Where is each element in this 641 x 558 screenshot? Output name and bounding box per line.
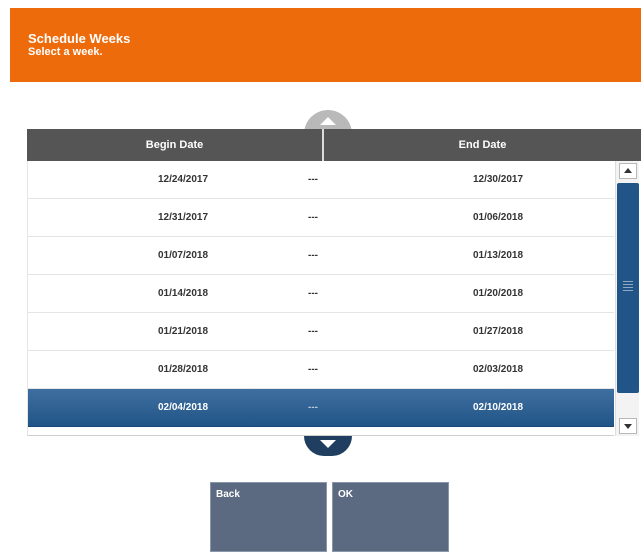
begin-date-cell: 01/07/2018 [157,250,209,261]
page-header: Schedule Weeks Select a week. [10,8,641,82]
back-button[interactable]: Back [210,482,327,552]
arrow-up-icon [624,168,632,173]
separator-cell: --- [308,402,318,413]
end-date-cell: 01/27/2018 [472,326,524,337]
week-row[interactable]: 12/24/2017 --- 12/30/2017 [28,161,614,199]
separator-cell: --- [308,212,318,223]
chevron-up-icon [320,117,336,125]
separator-cell: --- [308,288,318,299]
vertical-scrollbar[interactable] [615,161,639,436]
week-row[interactable]: 12/31/2017 --- 01/06/2018 [28,199,614,237]
begin-date-cell: 01/21/2018 [157,326,209,337]
arrow-down-icon [624,424,632,429]
separator-cell: --- [308,326,318,337]
end-date-cell: 01/06/2018 [472,212,524,223]
separator-cell: --- [308,364,318,375]
page-subtitle: Select a week. [28,46,103,58]
end-date-cell: 01/13/2018 [472,250,524,261]
scrollbar-up-button[interactable] [619,163,637,179]
separator-cell: --- [308,250,318,261]
begin-date-cell: 01/28/2018 [157,364,209,375]
separator-cell: --- [308,174,318,185]
week-list: 12/24/2017 --- 12/30/2017 12/31/2017 ---… [27,161,614,436]
end-date-cell: 01/20/2018 [472,288,524,299]
week-row[interactable]: 01/14/2018 --- 01/20/2018 [28,275,614,313]
page-down-button[interactable] [304,436,352,456]
week-row[interactable]: 01/28/2018 --- 02/03/2018 [28,351,614,389]
end-date-cell: 02/10/2018 [472,402,524,413]
week-row-selected[interactable]: 02/04/2018 --- 02/10/2018 [28,389,614,427]
table-header: Begin Date End Date [27,129,641,161]
begin-date-cell: 12/24/2017 [157,174,209,185]
end-date-cell: 02/03/2018 [472,364,524,375]
begin-date-cell: 01/14/2018 [157,288,209,299]
scrollbar-down-button[interactable] [619,418,637,434]
week-row[interactable]: 01/07/2018 --- 01/13/2018 [28,237,614,275]
end-date-cell: 12/30/2017 [472,174,524,185]
page-title: Schedule Weeks [28,31,131,46]
column-header-end-date: End Date [322,129,641,161]
chevron-down-icon [320,440,336,448]
begin-date-cell: 02/04/2018 [157,402,209,413]
begin-date-cell: 12/31/2017 [157,212,209,223]
scrollbar-thumb[interactable] [617,183,639,393]
week-row[interactable]: 01/21/2018 --- 01/27/2018 [28,313,614,351]
column-header-begin-date: Begin Date [145,139,204,151]
grip-icon [623,281,633,291]
ok-button[interactable]: OK [332,482,449,552]
